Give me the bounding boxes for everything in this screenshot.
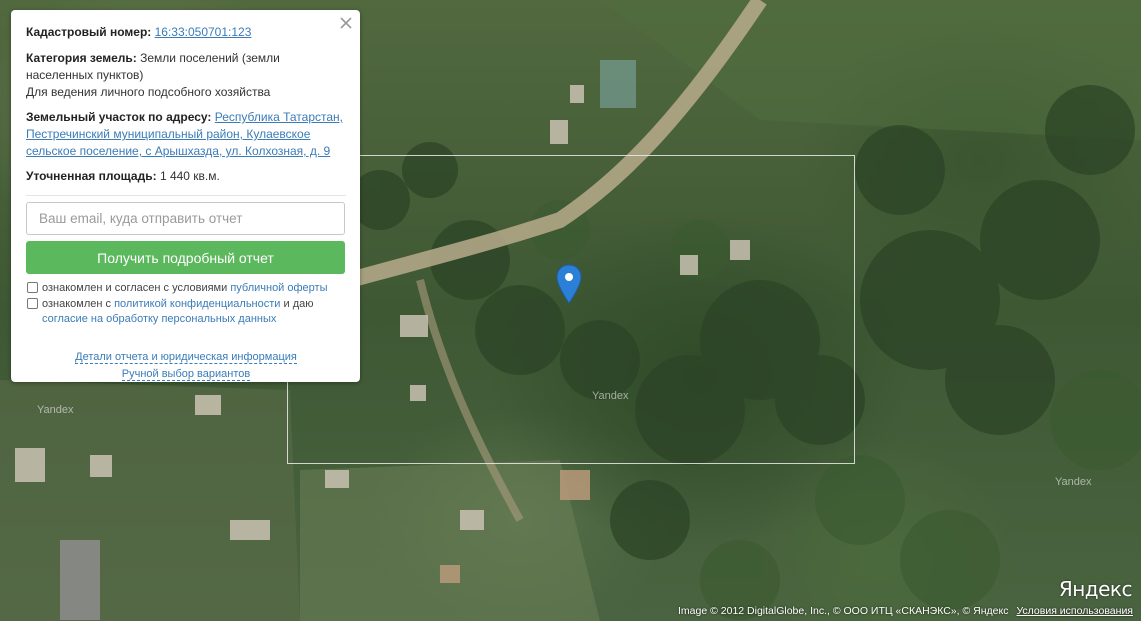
privacy-text-1: ознакомлен с <box>42 298 115 310</box>
address-row: Земельный участок по адресу: Республика … <box>26 109 346 160</box>
map-watermark: Yandex <box>1055 476 1092 488</box>
privacy-policy-link[interactable]: политикой конфиденциальности <box>114 298 280 310</box>
privacy-consent-row: ознакомлен с политикой конфиденциальност… <box>26 297 346 327</box>
offer-consent-row: ознакомлен и согласен с условиями публич… <box>26 281 346 296</box>
email-placeholder: Ваш email, куда отправить отчет <box>39 211 243 226</box>
cadastral-number-row: Кадастровый номер: 16:33:050701:123 <box>26 24 346 41</box>
email-input[interactable]: Ваш email, куда отправить отчет <box>26 202 345 235</box>
report-details-link[interactable]: Детали отчета и юридическая информация <box>75 351 297 364</box>
area-row: Уточненная площадь: 1 440 кв.м. <box>26 168 346 185</box>
public-offer-link[interactable]: публичной оферты <box>230 282 327 294</box>
offer-checkbox[interactable] <box>27 282 38 293</box>
area-label: Уточненная площадь: <box>26 169 157 183</box>
land-category-row: Категория земель: Земли поселений (земли… <box>26 50 346 84</box>
cadastral-label: Кадастровый номер: <box>26 25 152 39</box>
category-label: Категория земель: <box>26 51 137 65</box>
offer-consent-text: ознакомлен и согласен с условиями публич… <box>42 281 328 296</box>
map-copyright: Image © 2012 DigitalGlobe, Inc., © ООО И… <box>670 600 1141 621</box>
map-watermark: Yandex <box>37 404 74 416</box>
copyright-text: Image © 2012 DigitalGlobe, Inc., © ООО И… <box>678 604 1009 617</box>
bottom-links: Детали отчета и юридическая информация Р… <box>26 349 346 383</box>
land-usage: Для ведения личного подсобного хозяйства <box>26 85 271 99</box>
divider <box>26 195 346 196</box>
privacy-checkbox[interactable] <box>27 298 38 309</box>
map-pin-icon[interactable] <box>556 264 582 304</box>
parcel-info-panel: Кадастровый номер: 16:33:050701:123 Кате… <box>11 10 360 382</box>
map-watermark: Yandex <box>592 390 629 402</box>
terms-link[interactable]: Условия использования <box>1016 605 1133 617</box>
privacy-text-2: и даю <box>280 298 314 310</box>
privacy-consent-text: ознакомлен с политикой конфиденциальност… <box>42 297 313 327</box>
offer-text: ознакомлен и согласен с условиями <box>42 282 231 294</box>
address-label: Земельный участок по адресу: <box>26 110 212 124</box>
parcel-boundary <box>287 155 855 464</box>
area-value: 1 440 кв.м. <box>159 169 220 183</box>
yandex-logo: Яндекс <box>1058 577 1133 601</box>
close-icon[interactable] <box>339 16 353 30</box>
manual-selection-link[interactable]: Ручной выбор вариантов <box>121 368 251 381</box>
cadastral-number-link[interactable]: 16:33:050701:123 <box>155 25 252 39</box>
personal-data-consent-link[interactable]: согласие на обработку персональных данны… <box>42 313 276 325</box>
get-report-button[interactable]: Получить подробный отчет <box>26 241 345 274</box>
